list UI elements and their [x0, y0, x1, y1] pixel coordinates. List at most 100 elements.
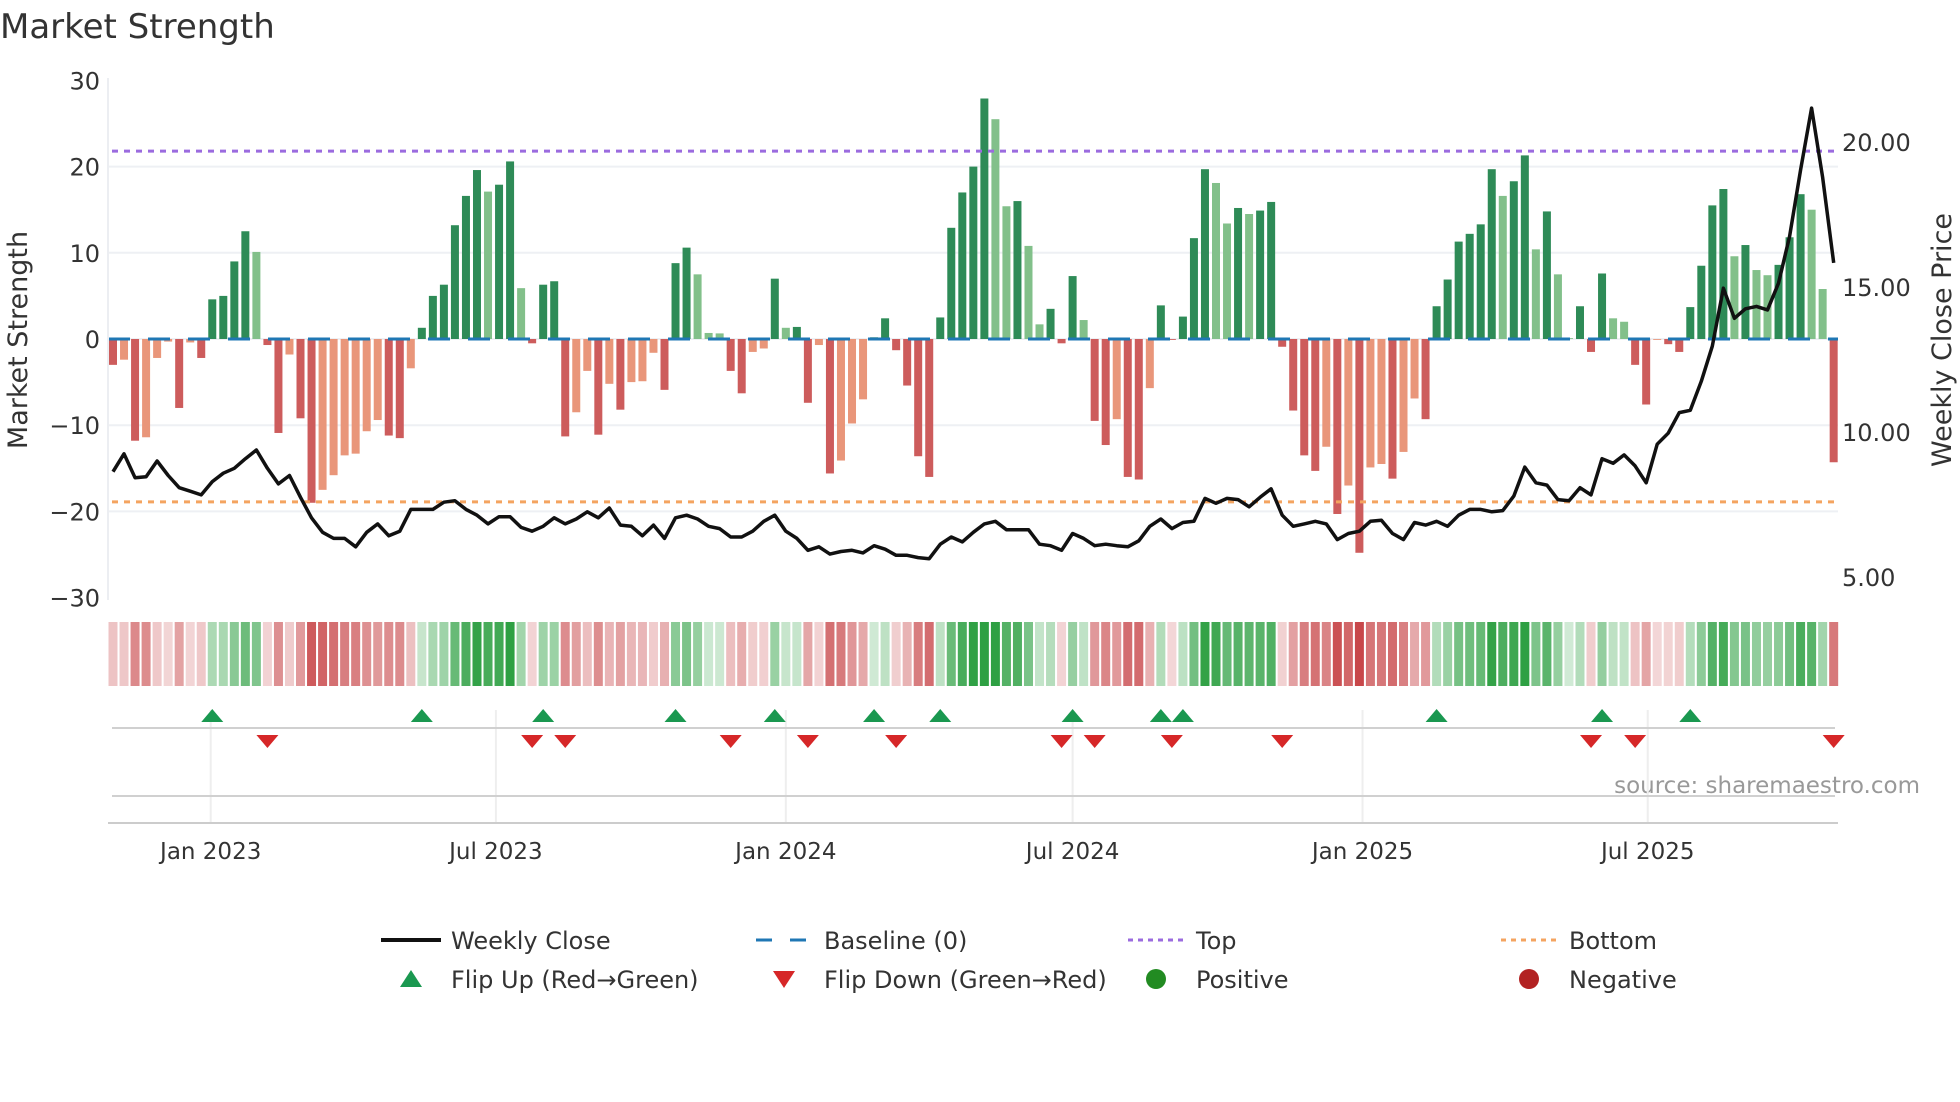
heat-cell — [516, 622, 526, 686]
heat-cell — [946, 622, 956, 686]
strength-bar — [1829, 339, 1838, 463]
strength-bar — [980, 98, 989, 339]
strength-bar — [969, 166, 978, 339]
strength-bar — [1553, 274, 1562, 339]
heat-cell — [185, 622, 195, 686]
strength-bar — [1675, 339, 1684, 352]
legend-label: Positive — [1196, 966, 1289, 994]
circle-icon — [1146, 969, 1166, 989]
flip-up-marker — [1171, 709, 1194, 722]
strength-bar — [539, 284, 548, 339]
heat-cell — [825, 622, 835, 686]
heat-cell — [693, 622, 703, 686]
heat-cell — [307, 622, 317, 686]
heat-cell — [1619, 622, 1629, 686]
market-strength-chart: Market Strength Market Strength Weekly C… — [0, 7, 1958, 994]
heat-cell — [240, 622, 250, 686]
strength-bar — [792, 326, 801, 339]
strength-bar — [506, 161, 515, 339]
heat-cell — [979, 622, 989, 686]
strength-bar — [120, 339, 129, 360]
heat-cell — [461, 622, 471, 686]
heat-cell — [869, 622, 879, 686]
strength-bar — [627, 339, 636, 383]
strength-bar — [1520, 155, 1529, 339]
heat-cell — [748, 622, 758, 686]
heat-cell — [505, 622, 515, 686]
strength-bar — [1068, 276, 1077, 339]
heat-cell — [1012, 622, 1022, 686]
heat-cell — [483, 622, 493, 686]
strength-bar — [1079, 320, 1088, 339]
heat-cell — [671, 622, 681, 686]
strength-bar — [517, 288, 526, 339]
y2-tick-label: 5.00 — [1842, 564, 1895, 592]
legend-item-positive: Positive — [1146, 966, 1289, 994]
y-tick-label: 10 — [69, 240, 100, 268]
heat-cell — [174, 622, 184, 686]
heat-cell — [1674, 622, 1684, 686]
strength-bar — [958, 192, 967, 339]
strength-bar — [925, 339, 934, 477]
flip-down-marker — [1083, 735, 1106, 748]
strength-bar — [296, 339, 305, 419]
strength-bar — [1465, 233, 1474, 339]
strength-bar — [583, 339, 592, 371]
y-tick-label: 0 — [85, 326, 100, 354]
strength-bar — [936, 317, 945, 339]
strength-bar — [671, 263, 680, 339]
flip-up-marker — [863, 709, 886, 722]
strength-bar — [892, 339, 901, 351]
heat-cell — [1663, 622, 1673, 686]
heat-cell — [1410, 622, 1420, 686]
heat-cell — [737, 622, 747, 686]
flip-down-marker — [256, 735, 279, 748]
heat-cell — [1035, 622, 1045, 686]
heat-cell — [604, 622, 614, 686]
y-tick-label: −10 — [49, 412, 100, 440]
flip-up-marker — [1061, 709, 1084, 722]
heat-cell — [968, 622, 978, 686]
heat-cell — [1465, 622, 1475, 686]
heat-cell — [229, 622, 239, 686]
heat-cell — [152, 622, 162, 686]
heat-cell — [218, 622, 228, 686]
heat-cell — [362, 622, 372, 686]
strength-bar — [1587, 339, 1596, 352]
heat-cell — [935, 622, 945, 686]
strength-bar — [1752, 270, 1761, 339]
heat-cell — [1564, 622, 1574, 686]
heat-cell — [141, 622, 151, 686]
heat-cell — [560, 622, 570, 686]
heat-cell — [1597, 622, 1607, 686]
strength-bar — [1487, 169, 1496, 339]
y-tick-label: 20 — [69, 154, 100, 182]
heat-cell — [1200, 622, 1210, 686]
strength-bar — [859, 339, 868, 400]
strength-bar — [1355, 339, 1364, 553]
heat-cell — [1354, 622, 1364, 686]
strength-bar — [1256, 210, 1265, 339]
strength-bar — [682, 247, 691, 339]
strength-bar — [274, 339, 283, 433]
heat-cell — [439, 622, 449, 686]
strength-bar — [550, 281, 559, 339]
strength-bar — [1620, 321, 1629, 339]
heat-cell — [1365, 622, 1375, 686]
heat-cell — [759, 622, 769, 686]
strength-bar — [1333, 339, 1342, 514]
strength-bar — [109, 339, 117, 365]
heat-cell — [428, 622, 438, 686]
heat-cell — [715, 622, 725, 686]
heat-cell — [1630, 622, 1640, 686]
x-tick-label: Jan 2023 — [158, 839, 261, 865]
strength-bar — [461, 195, 470, 339]
strength-bar — [572, 339, 581, 413]
x-tick-label: Jan 2024 — [733, 839, 836, 865]
strength-bar — [803, 339, 812, 403]
y-axis-label: Market Strength — [3, 231, 34, 449]
heat-cell — [1531, 622, 1541, 686]
strength-bar — [450, 225, 459, 339]
heat-cell — [1608, 622, 1618, 686]
legend-item-weekly-close: Weekly Close — [381, 927, 611, 955]
